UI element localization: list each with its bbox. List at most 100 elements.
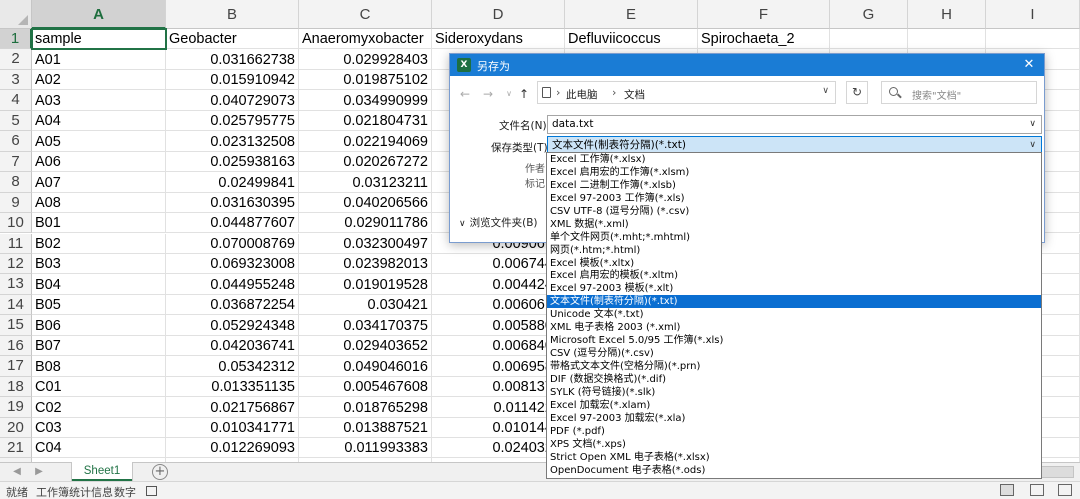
filetype-option[interactable]: XML 数据(*.xml) [547,218,1041,231]
header-cell[interactable] [986,29,1080,50]
data-cell[interactable]: A07 [32,172,166,193]
filetype-option[interactable]: Microsoft Excel 5.0/95 工作簿(*.xls) [547,334,1041,347]
data-cell[interactable]: 0.070008769 [166,233,299,254]
data-cell[interactable]: 0.03123211 [299,172,432,193]
row-header-9[interactable]: 9 [0,192,32,214]
close-icon[interactable]: ✕ [1018,54,1040,76]
row-header-12[interactable]: 12 [0,253,32,275]
data-cell[interactable]: 0.031662738 [166,49,299,70]
data-cell[interactable]: 0.044955248 [166,274,299,295]
filetype-option[interactable]: Excel 启用宏的工作簿(*.xlsm) [547,166,1041,179]
add-sheet-button[interactable]: + [152,464,168,480]
address-bar[interactable]: › 此电脑 › 文档 ∨ [537,81,836,104]
filetype-option[interactable]: Excel 加载宏(*.xlam) [547,399,1041,412]
chevron-down-icon[interactable]: ∨ [1029,116,1036,133]
filetype-option[interactable]: 网页(*.htm;*.html) [547,244,1041,257]
data-cell[interactable]: 0.025795775 [166,110,299,132]
row-header-1[interactable]: 1 [0,29,32,50]
data-cell[interactable]: A04 [32,110,166,132]
back-icon[interactable]: ← [458,87,472,101]
horizontal-scrollbar[interactable] [1040,466,1074,478]
filetype-option[interactable]: CSV (逗号分隔)(*.csv) [547,347,1041,360]
header-cell[interactable]: Geobacter [166,29,299,50]
filetype-option[interactable]: DIF (数据交换格式)(*.dif) [547,373,1041,386]
filetype-dropdown-list[interactable]: Excel 工作簿(*.xlsx) Excel 启用宏的工作簿(*.xlsm) Ex… [546,152,1042,479]
data-cell[interactable]: 0.040206566 [299,192,432,214]
data-cell[interactable]: 0.005467608 [299,376,432,398]
data-cell[interactable]: C01 [32,376,166,398]
row-header-5[interactable]: 5 [0,110,32,132]
up-folder-icon[interactable]: ↑ [517,87,531,101]
data-cell[interactable]: B02 [32,233,166,254]
data-cell[interactable]: 0.030421 [299,294,432,316]
header-cell[interactable]: sample [31,27,167,51]
data-cell[interactable]: 0.022194069 [299,131,432,152]
filename-field[interactable]: data.txt ∨ [547,115,1042,134]
data-cell[interactable]: B03 [32,253,166,275]
column-header-e[interactable]: E [565,0,698,29]
data-cell[interactable]: 0.069323008 [166,253,299,275]
filetype-option[interactable]: 带格式文本文件(空格分隔)(*.prn) [547,360,1041,373]
chevron-down-icon[interactable]: ∨ [822,86,829,96]
column-header-d[interactable]: D [432,0,565,29]
data-cell[interactable]: 0.052924348 [166,315,299,336]
filetype-option[interactable]: Strict Open XML 电子表格(*.xlsx) [547,451,1041,464]
filetype-option[interactable]: Excel 97-2003 模板(*.xlt) [547,282,1041,295]
filetype-option[interactable]: PDF (*.pdf) [547,425,1041,438]
row-header-15[interactable]: 15 [0,315,32,336]
header-cell[interactable]: Spirochaeta_2 [698,29,830,50]
browse-folders-toggle[interactable]: ∨ 浏览文件夹(B) [459,215,538,230]
filetype-option[interactable]: Excel 97-2003 加载宏(*.xla) [547,412,1041,425]
data-cell[interactable]: 0.019875102 [299,69,432,91]
data-cell[interactable]: 0.021756867 [166,397,299,418]
forward-icon[interactable]: → [481,87,495,101]
data-cell[interactable]: 0.031630395 [166,192,299,214]
filetype-option[interactable]: Excel 模板(*.xltx) [547,257,1041,270]
column-header-g[interactable]: G [830,0,908,29]
row-header-20[interactable]: 20 [0,417,32,438]
row-header-7[interactable]: 7 [0,151,32,173]
data-cell[interactable]: 0.034170375 [299,315,432,336]
row-header-10[interactable]: 10 [0,213,32,234]
sheet-tab-sheet1[interactable]: Sheet1 [72,462,132,481]
data-cell[interactable]: 0.025938163 [166,151,299,173]
data-cell[interactable]: B06 [32,315,166,336]
macro-record-icon[interactable] [146,486,157,496]
filetype-option[interactable]: Excel 工作簿(*.xlsx) [547,153,1041,166]
data-cell[interactable]: B01 [32,213,166,234]
filetype-option[interactable]: SYLK (符号链接)(*.slk) [547,386,1041,399]
column-header-h[interactable]: H [908,0,986,29]
filetype-option[interactable]: Excel 97-2003 工作簿(*.xls) [547,192,1041,205]
data-cell[interactable]: 0.040729073 [166,90,299,111]
header-cell[interactable] [908,29,986,50]
data-cell[interactable]: 0.042036741 [166,335,299,357]
data-cell[interactable]: 0.05342312 [166,356,299,377]
column-header-b[interactable]: B [166,0,299,29]
data-cell[interactable]: 0.034990999 [299,90,432,111]
row-header-19[interactable]: 19 [0,397,32,418]
header-cell[interactable]: Sideroxydans [432,29,565,50]
row-header-17[interactable]: 17 [0,356,32,377]
data-cell[interactable]: 0.049046016 [299,356,432,377]
header-cell[interactable] [830,29,908,50]
data-cell[interactable]: 0.013887521 [299,417,432,438]
row-header-3[interactable]: 3 [0,69,32,91]
data-cell[interactable]: A03 [32,90,166,111]
data-cell[interactable]: 0.020267272 [299,151,432,173]
row-header-11[interactable]: 11 [0,233,32,254]
data-cell[interactable]: 0.023132508 [166,131,299,152]
normal-view-icon[interactable] [1000,484,1014,496]
data-cell[interactable]: 0.019019528 [299,274,432,295]
data-cell[interactable]: 0.013351135 [166,376,299,398]
data-cell[interactable]: B08 [32,356,166,377]
dialog-titlebar[interactable]: X 另存为 ✕ [450,54,1044,76]
filetype-option[interactable]: 单个文件网页(*.mht;*.mhtml) [547,231,1041,244]
column-header-c[interactable]: C [299,0,432,29]
filetype-option[interactable]: Excel 启用宏的模板(*.xltm) [547,269,1041,282]
page-layout-view-icon[interactable] [1030,484,1044,496]
data-cell[interactable]: 0.021804731 [299,110,432,132]
header-cell[interactable]: Anaeromyxobacter [299,29,432,50]
row-header-16[interactable]: 16 [0,335,32,357]
data-cell[interactable]: 0.012269093 [166,438,299,459]
data-cell[interactable]: C03 [32,417,166,438]
